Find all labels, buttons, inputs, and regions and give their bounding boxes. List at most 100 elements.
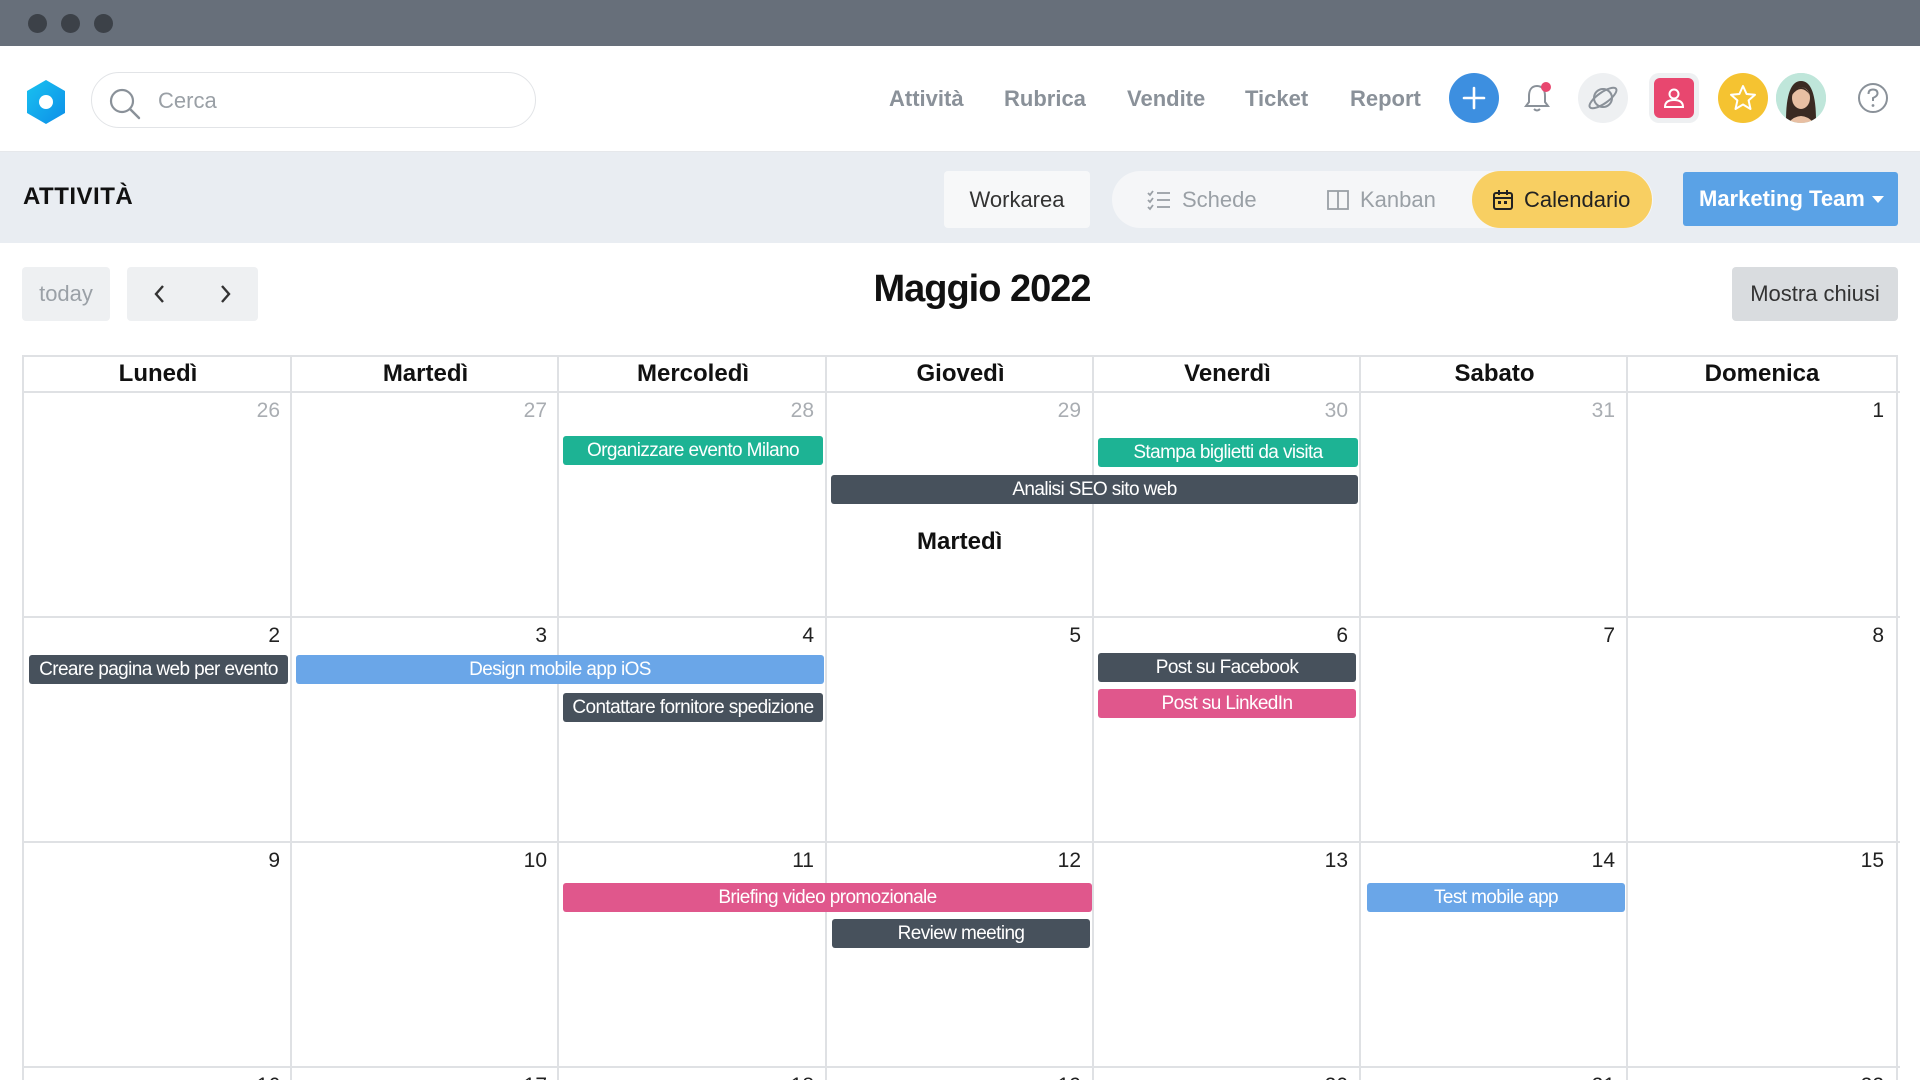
grid-divider bbox=[825, 357, 827, 1080]
event-title: Test mobile app bbox=[1433, 886, 1559, 908]
day-number[interactable]: 3 bbox=[507, 624, 547, 648]
event-post-facebook[interactable]: Post su Facebook bbox=[1098, 653, 1356, 682]
event-analisi-seo[interactable]: Analisi SEO sito web bbox=[831, 475, 1358, 504]
grid-divider bbox=[1896, 357, 1898, 1080]
weekday-header: Giovedì bbox=[916, 360, 1005, 387]
nav-link-report[interactable]: Report bbox=[1350, 86, 1421, 112]
add-button[interactable] bbox=[1449, 73, 1499, 123]
show-closed-button[interactable]: Mostra chiusi bbox=[1732, 267, 1898, 321]
event-title: Contattare fornitore spedizione bbox=[572, 696, 814, 718]
event-title: Design mobile app iOS bbox=[469, 658, 651, 680]
event-title: Review meeting bbox=[897, 922, 1025, 944]
weekday-header: Domenica bbox=[1704, 360, 1820, 387]
event-briefing-video[interactable]: Briefing video promozionale bbox=[563, 883, 1092, 912]
grid-divider bbox=[1626, 357, 1628, 1080]
contacts-button-wrap[interactable] bbox=[1649, 73, 1699, 123]
event-review-meeting[interactable]: Review meeting bbox=[832, 919, 1090, 948]
bell-icon bbox=[1524, 82, 1551, 112]
team-dropdown[interactable]: Marketing Team bbox=[1683, 172, 1898, 226]
view-schede-label: Schede bbox=[1182, 186, 1257, 212]
day-number[interactable]: 21 bbox=[1575, 1074, 1615, 1080]
day-number[interactable]: 7 bbox=[1575, 624, 1615, 648]
day-number[interactable]: 20 bbox=[1308, 1074, 1348, 1080]
weekday-header: Martedì bbox=[382, 360, 469, 387]
contacts-button[interactable] bbox=[1654, 78, 1694, 118]
kanban-icon bbox=[1327, 189, 1349, 210]
grid-divider bbox=[557, 357, 559, 1080]
view-calendario-button[interactable]: Calendario bbox=[1472, 171, 1652, 228]
window-maximize-dot[interactable] bbox=[94, 14, 113, 33]
day-number[interactable]: 11 bbox=[774, 849, 814, 873]
grid-divider bbox=[1359, 357, 1361, 1080]
nav-link-attivita[interactable]: Attività bbox=[889, 86, 964, 112]
day-number[interactable]: 5 bbox=[1041, 624, 1081, 648]
event-creare-pagina-web[interactable]: Creare pagina web per evento bbox=[29, 655, 288, 684]
grid-divider bbox=[1092, 357, 1094, 1080]
day-number[interactable]: 30 bbox=[1308, 399, 1348, 423]
app-window: Attività Rubrica Vendite Ticket Report bbox=[0, 0, 1920, 1080]
avatar[interactable] bbox=[1776, 73, 1826, 123]
event-title: Organizzare evento Milano bbox=[586, 439, 800, 461]
window-minimize-dot[interactable] bbox=[61, 14, 80, 33]
event-title: Stampa biglietti da visita bbox=[1133, 441, 1323, 463]
nav-link-rubrica[interactable]: Rubrica bbox=[1004, 86, 1086, 112]
day-number[interactable]: 29 bbox=[1041, 399, 1081, 423]
search-input[interactable] bbox=[158, 83, 518, 119]
day-number[interactable]: 14 bbox=[1575, 849, 1615, 873]
event-test-mobile-app[interactable]: Test mobile app bbox=[1367, 883, 1625, 912]
planet-icon bbox=[1588, 86, 1618, 110]
event-title: Creare pagina web per evento bbox=[39, 658, 278, 680]
team-dropdown-label: Marketing Team bbox=[1699, 186, 1865, 211]
grid-divider bbox=[24, 391, 1900, 393]
grid-divider bbox=[290, 357, 292, 1080]
favorites-button[interactable] bbox=[1718, 73, 1768, 123]
day-number[interactable]: 27 bbox=[507, 399, 547, 423]
day-number[interactable]: 26 bbox=[240, 399, 280, 423]
grid-divider bbox=[24, 841, 1900, 843]
notifications-button[interactable] bbox=[1512, 73, 1562, 123]
day-number[interactable]: 10 bbox=[507, 849, 547, 873]
day-number[interactable]: 31 bbox=[1575, 399, 1615, 423]
nav-link-vendite[interactable]: Vendite bbox=[1127, 86, 1205, 112]
weekday-header: Venerdì bbox=[1184, 360, 1271, 387]
event-design-mobile-app[interactable]: Design mobile app iOS bbox=[296, 655, 824, 684]
event-title: Post su LinkedIn bbox=[1161, 692, 1293, 714]
help-button[interactable] bbox=[1848, 73, 1898, 123]
search-box[interactable] bbox=[91, 72, 536, 128]
view-schede-button[interactable]: Schede bbox=[1146, 171, 1257, 228]
day-number[interactable]: 18 bbox=[774, 1074, 814, 1080]
day-number[interactable]: 13 bbox=[1308, 849, 1348, 873]
day-number[interactable]: 22 bbox=[1844, 1074, 1884, 1080]
planet-button[interactable] bbox=[1578, 73, 1628, 123]
event-title: Post su Facebook bbox=[1155, 656, 1299, 678]
day-number[interactable]: 8 bbox=[1844, 624, 1884, 648]
nav-link-ticket[interactable]: Ticket bbox=[1245, 86, 1308, 112]
day-number[interactable]: 19 bbox=[1041, 1074, 1081, 1080]
app-logo-icon[interactable] bbox=[23, 79, 69, 125]
top-navigation: Attività Rubrica Vendite Ticket Report bbox=[0, 46, 1920, 152]
workarea-label: Workarea bbox=[969, 186, 1065, 212]
day-number[interactable]: 28 bbox=[774, 399, 814, 423]
day-number[interactable]: 6 bbox=[1308, 624, 1348, 648]
day-number[interactable]: 1 bbox=[1844, 399, 1884, 423]
day-number[interactable]: 2 bbox=[240, 624, 280, 648]
day-number[interactable]: 4 bbox=[774, 624, 814, 648]
event-organizzare-evento-milano[interactable]: Organizzare evento Milano bbox=[563, 436, 823, 465]
day-number[interactable]: 15 bbox=[1844, 849, 1884, 873]
view-switcher: Schede Kanban Calendario bbox=[1112, 171, 1653, 228]
day-number[interactable]: 9 bbox=[240, 849, 280, 873]
grid-divider bbox=[24, 616, 1900, 618]
event-stampa-biglietti[interactable]: Stampa biglietti da visita bbox=[1098, 438, 1358, 467]
weekday-header: Sabato bbox=[1454, 360, 1535, 387]
workarea-button[interactable]: Workarea bbox=[944, 171, 1090, 228]
page-title: ATTIVITÀ bbox=[23, 183, 134, 210]
day-number[interactable]: 17 bbox=[507, 1074, 547, 1080]
day-number[interactable]: 16 bbox=[240, 1074, 280, 1080]
view-kanban-button[interactable]: Kanban bbox=[1326, 171, 1436, 228]
window-close-dot[interactable] bbox=[28, 14, 47, 33]
day-number[interactable]: 12 bbox=[1041, 849, 1081, 873]
calendar-icon bbox=[1493, 189, 1513, 210]
section-bar: ATTIVITÀ Workarea Schede Kanban Calendar… bbox=[0, 152, 1920, 243]
event-contattare-fornitore[interactable]: Contattare fornitore spedizione bbox=[563, 693, 823, 722]
event-post-linkedin[interactable]: Post su LinkedIn bbox=[1098, 689, 1356, 718]
